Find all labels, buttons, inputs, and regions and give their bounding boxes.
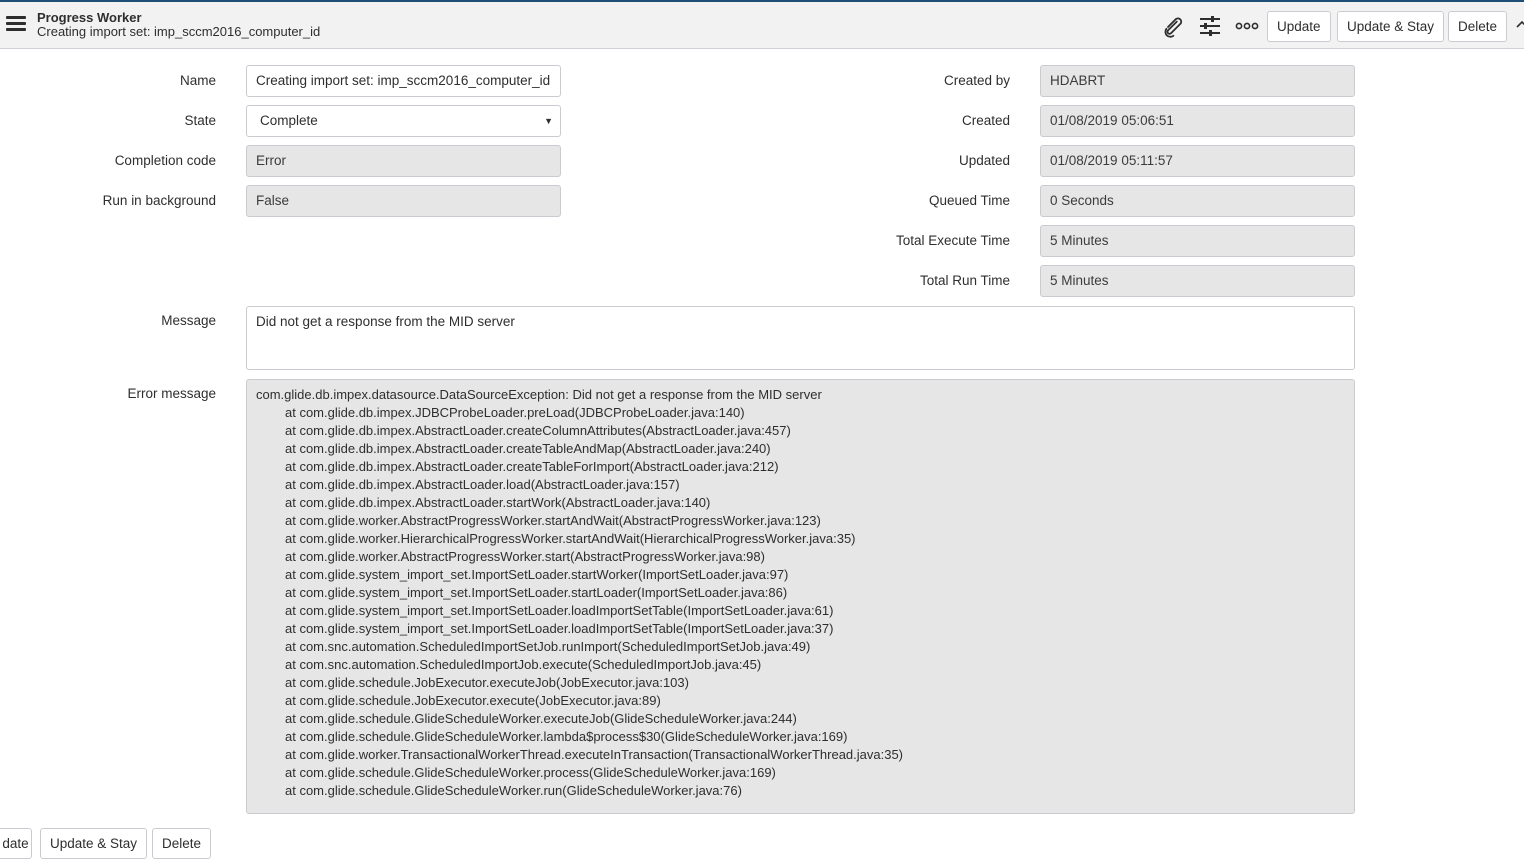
state-selected-value: Complete — [260, 113, 318, 128]
form-header: Progress Worker Creating import set: imp… — [0, 2, 1524, 49]
error-message-label: Error message — [127, 386, 216, 401]
completion-code-label: Completion code — [114, 153, 216, 168]
error-line: at com.glide.system_import_set.ImportSet… — [285, 585, 788, 600]
updated-field: 01/08/2019 05:11:57 — [1040, 145, 1355, 177]
completion-code-field: Error — [246, 145, 561, 177]
queued-time-field: 0 Seconds — [1040, 185, 1355, 217]
total-run-time-label: Total Run Time — [919, 273, 1010, 288]
total-run-time-field: 5 Minutes — [1040, 265, 1355, 297]
error-line: at com.glide.worker.TransactionalWorkerT… — [285, 747, 904, 762]
queued-time-label: Queued Time — [928, 193, 1010, 208]
more-options-icon[interactable] — [1235, 14, 1259, 38]
update-stay-button[interactable]: Update & Stay — [1337, 11, 1445, 42]
error-line: at com.glide.schedule.JobExecutor.execut… — [285, 675, 689, 690]
run-in-background-label: Run in background — [102, 193, 216, 208]
error-line: at com.glide.system_import_set.ImportSet… — [285, 603, 834, 618]
run-in-background-field: False — [246, 185, 561, 217]
error-line: at com.snc.automation.ScheduledImportSet… — [285, 639, 811, 654]
sliders-icon[interactable] — [1198, 14, 1222, 38]
form-title: Progress Worker — [37, 10, 142, 25]
error-line: at com.snc.automation.ScheduledImportJob… — [285, 657, 762, 672]
error-line: at com.glide.schedule.GlideScheduleWorke… — [285, 711, 797, 726]
update-button[interactable]: Update — [1267, 11, 1331, 42]
error-line: com.glide.db.impex.datasource.DataSource… — [256, 387, 822, 402]
error-line: at com.glide.db.impex.JDBCProbeLoader.pr… — [285, 405, 745, 420]
footer-update-button[interactable]: date — [0, 828, 32, 859]
total-execute-time-label: Total Execute Time — [895, 233, 1010, 248]
name-field[interactable]: Creating import set: imp_sccm2016_comput… — [246, 65, 561, 97]
error-line: at com.glide.db.impex.AbstractLoader.cre… — [285, 423, 791, 438]
dropdown-arrow-icon: ▼ — [544, 116, 553, 126]
error-line: at com.glide.db.impex.AbstractLoader.loa… — [285, 477, 680, 492]
error-line: at com.glide.db.impex.AbstractLoader.cre… — [285, 441, 771, 456]
message-label: Message — [161, 313, 216, 328]
message-field[interactable]: Did not get a response from the MID serv… — [246, 306, 1355, 370]
created-by-field: HDABRT — [1040, 65, 1355, 97]
state-select[interactable]: Complete ▼ — [246, 105, 561, 137]
error-line: at com.glide.system_import_set.ImportSet… — [285, 567, 789, 582]
error-line: at com.glide.schedule.GlideScheduleWorke… — [285, 729, 848, 744]
error-line: at com.glide.schedule.GlideScheduleWorke… — [285, 783, 742, 798]
error-line: at com.glide.db.impex.AbstractLoader.cre… — [285, 459, 779, 474]
total-execute-time-field: 5 Minutes — [1040, 225, 1355, 257]
form-subtitle: Creating import set: imp_sccm2016_comput… — [37, 24, 321, 39]
error-line: at com.glide.worker.AbstractProgressWork… — [285, 513, 821, 528]
error-line: at com.glide.schedule.JobExecutor.execut… — [285, 693, 661, 708]
error-message-field: com.glide.db.impex.datasource.DataSource… — [246, 379, 1355, 814]
error-line: at com.glide.db.impex.AbstractLoader.sta… — [285, 495, 711, 510]
paperclip-icon[interactable] — [1161, 14, 1185, 38]
error-line: at com.glide.schedule.GlideScheduleWorke… — [285, 765, 776, 780]
error-line: at com.glide.system_import_set.ImportSet… — [285, 621, 834, 636]
name-label: Name — [179, 73, 216, 88]
created-label: Created — [961, 113, 1010, 128]
created-by-label: Created by — [943, 73, 1010, 88]
delete-button[interactable]: Delete — [1448, 11, 1508, 42]
error-line: at com.glide.worker.AbstractProgressWork… — [285, 549, 765, 564]
error-line: at com.glide.worker.HierarchicalProgress… — [285, 531, 856, 546]
footer-delete-button[interactable]: Delete — [152, 828, 212, 859]
created-field: 01/08/2019 05:06:51 — [1040, 105, 1355, 137]
chevron-up-icon[interactable] — [1516, 20, 1524, 30]
footer-update-stay-button[interactable]: Update & Stay — [40, 828, 148, 859]
updated-label: Updated — [958, 153, 1010, 168]
menu-icon[interactable] — [6, 15, 26, 33]
state-label: State — [184, 113, 216, 128]
